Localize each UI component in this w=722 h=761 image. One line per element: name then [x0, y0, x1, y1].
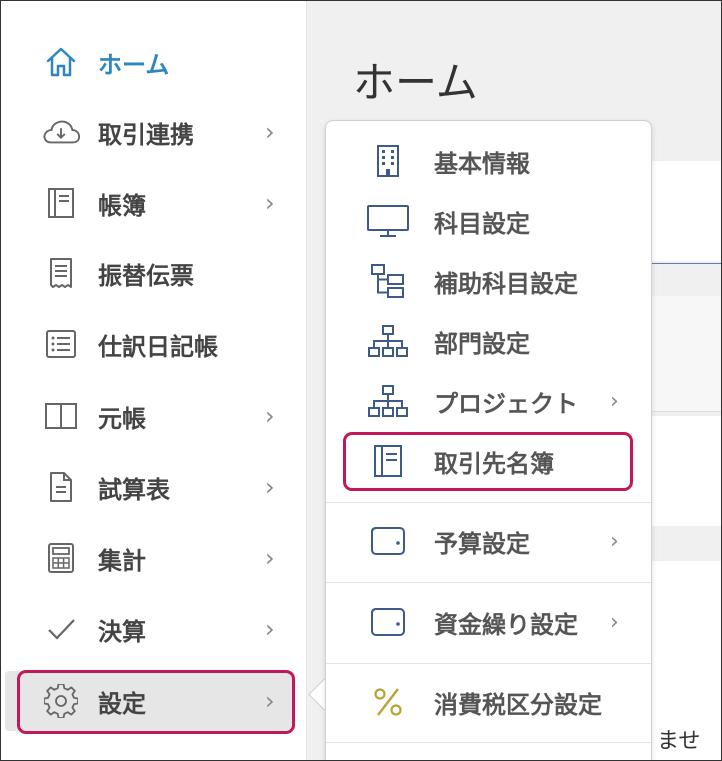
menu-divider	[326, 742, 651, 743]
sidebar-item-journal[interactable]: 仕訳日記帳	[1, 314, 306, 374]
menu-item-account-settings[interactable]: 科目設定	[326, 191, 651, 251]
content-card	[641, 161, 721, 261]
list-icon	[41, 324, 81, 364]
sidebar-item-transaction-link[interactable]: 取引連携 ›	[1, 102, 306, 162]
sidebar-item-label: 取引連携	[98, 120, 194, 149]
content-divider	[641, 263, 721, 264]
sidebar-item-home[interactable]: ホーム	[1, 32, 306, 92]
menu-item-label: 消費税区分設定	[434, 690, 602, 719]
menu-item-label: プロジェクト	[434, 389, 578, 418]
chevron-right-icon: ›	[265, 473, 275, 501]
menu-item-basic-info[interactable]: 基本情報	[326, 131, 651, 191]
partial-text: ません	[657, 729, 701, 754]
chevron-right-icon: ›	[265, 118, 275, 146]
sidebar: ホーム 取引連携 › 帳簿 › 振替伝票 仕訳日記帳 元帳 › 試算表 › 集計…	[1, 1, 307, 760]
percent-icon	[364, 678, 412, 726]
menu-item-department-settings[interactable]: 部門設定	[326, 311, 651, 371]
content-divider	[641, 411, 721, 412]
menu-item-label: 補助科目設定	[434, 269, 578, 298]
sub-account-tree-icon	[364, 257, 412, 305]
menu-item-label: 基本情報	[434, 149, 530, 178]
menu-item-label: 科目設定	[434, 209, 530, 238]
menu-divider	[326, 502, 651, 503]
org-chart-icon	[364, 317, 412, 365]
menu-item-project[interactable]: プロジェクト ›	[326, 371, 651, 431]
checkmark-icon	[41, 609, 81, 649]
wallet-icon	[364, 517, 412, 565]
sidebar-item-label: 決算	[98, 617, 146, 646]
chevron-right-icon: ›	[265, 687, 275, 715]
sidebar-item-label: 仕訳日記帳	[98, 332, 218, 361]
wallet-icon	[364, 598, 412, 646]
sidebar-item-label: ホーム	[98, 50, 170, 79]
sidebar-item-partial	[1, 741, 306, 760]
menu-divider	[326, 582, 651, 583]
app-window: ホーム ません ホーム 取引連携 › 帳簿 ›	[0, 0, 722, 761]
chevron-right-icon: ›	[265, 402, 275, 430]
sidebar-item-trial-balance[interactable]: 試算表 ›	[1, 457, 306, 517]
sidebar-item-closing[interactable]: 決算 ›	[1, 599, 306, 659]
monitor-icon	[364, 197, 412, 245]
sidebar-item-aggregate[interactable]: 集計 ›	[1, 528, 306, 588]
menu-item-label: 予算設定	[434, 529, 530, 558]
menu-item-cash-flow-settings[interactable]: 資金繰り設定 ›	[326, 592, 651, 652]
org-chart-icon	[364, 377, 412, 425]
sidebar-item-label: 集計	[98, 546, 146, 575]
document-icon	[41, 467, 81, 507]
chevron-right-icon: ›	[610, 388, 619, 414]
menu-item-label: 取引先名簿	[434, 449, 554, 478]
sidebar-item-label: 振替伝票	[98, 261, 194, 290]
ledger-book-icon	[364, 437, 412, 485]
chevron-right-icon: ›	[265, 544, 275, 572]
gear-icon	[41, 681, 81, 721]
building-icon	[364, 137, 412, 185]
sidebar-item-books[interactable]: 帳簿 ›	[1, 173, 306, 233]
calculator-icon	[41, 538, 81, 578]
chevron-right-icon: ›	[265, 615, 275, 643]
content-card	[641, 296, 721, 411]
chevron-right-icon: ›	[265, 189, 275, 217]
sidebar-item-label: 帳簿	[98, 191, 146, 220]
menu-item-label: 部門設定	[434, 329, 530, 358]
page-title: ホーム	[353, 58, 478, 107]
sidebar-item-settings[interactable]: 設定 ›	[5, 671, 295, 731]
menu-divider	[326, 663, 651, 664]
sidebar-item-label: 元帳	[98, 404, 146, 433]
cloud-download-icon	[41, 112, 81, 152]
sidebar-item-label: 試算表	[98, 475, 170, 504]
open-book-icon	[41, 396, 81, 436]
menu-item-client-directory[interactable]: 取引先名簿	[326, 431, 651, 491]
home-icon	[41, 42, 81, 82]
chevron-right-icon: ›	[610, 609, 619, 635]
sidebar-item-label: 設定	[98, 689, 146, 718]
content-card	[641, 416, 721, 526]
sidebar-item-transfer-slip[interactable]: 振替伝票	[1, 243, 306, 303]
menu-item-tax-category-settings[interactable]: 消費税区分設定	[326, 672, 651, 732]
settings-submenu: 基本情報 科目設定 補助科目設定 部門設定 プロジェクト › 取引先名簿 予算設…	[325, 120, 652, 760]
receipt-icon	[41, 253, 81, 293]
ledger-book-icon	[41, 183, 81, 223]
menu-item-label: 資金繰り設定	[434, 610, 578, 639]
sidebar-item-general-ledger[interactable]: 元帳 ›	[1, 386, 306, 446]
menu-item-budget-settings[interactable]: 予算設定 ›	[326, 511, 651, 571]
chevron-right-icon: ›	[610, 528, 619, 554]
menu-item-sub-account-settings[interactable]: 補助科目設定	[326, 251, 651, 311]
